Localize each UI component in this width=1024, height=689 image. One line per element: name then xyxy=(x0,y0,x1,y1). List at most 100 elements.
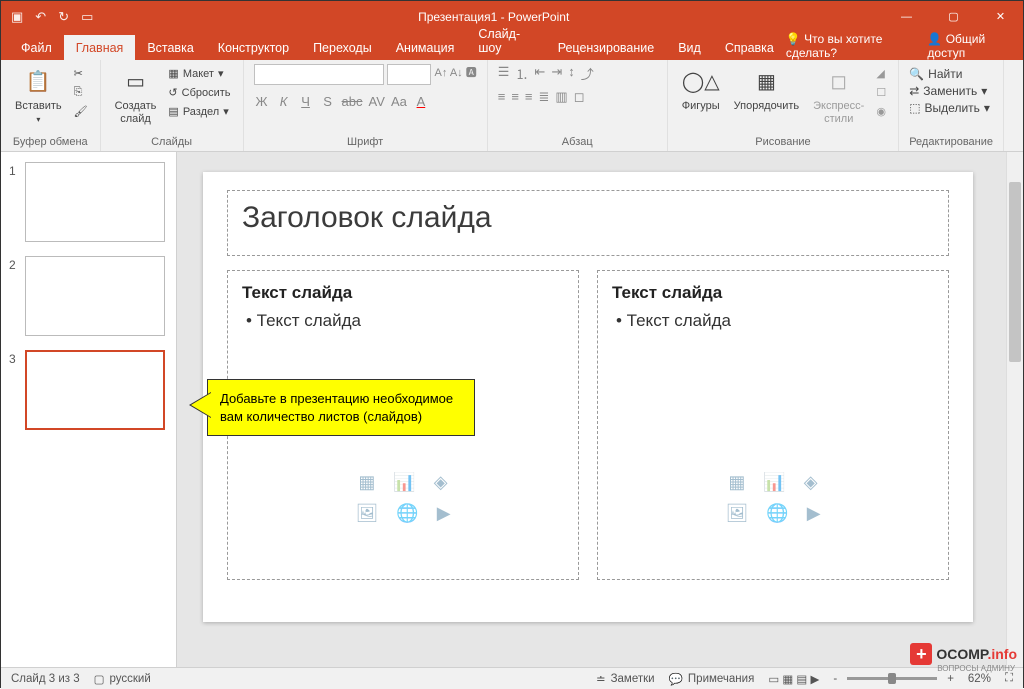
find-button[interactable]: 🔍 Найти xyxy=(909,67,990,81)
comments-button[interactable]: 💬 Примечания xyxy=(669,672,755,686)
smartart-icon: ◈ xyxy=(804,472,818,493)
group-font: A↑ A↓ 🅰 Ж К Ч S abc AV Aa A Шрифт xyxy=(244,60,488,151)
annotation-callout: Добавьте в презентацию необходимое вам к… xyxy=(207,379,475,436)
view-buttons[interactable]: ▭ ▦ ▤ ▶ xyxy=(768,672,819,686)
underline-button[interactable]: Ч xyxy=(298,94,314,109)
table-icon: ▦ xyxy=(358,472,375,493)
tell-me[interactable]: 💡 Что вы хотите сделать? xyxy=(786,32,914,60)
save-icon[interactable]: ▣ xyxy=(11,9,23,25)
language[interactable]: русский xyxy=(110,673,151,685)
quick-styles-button[interactable]: ◻Экспресс- стили xyxy=(809,64,868,128)
redo-icon[interactable]: ↻ xyxy=(58,9,69,25)
align-left-button[interactable]: ≡ xyxy=(498,89,506,105)
tab-transitions[interactable]: Переходы xyxy=(301,35,384,60)
group-paragraph: ☰ ⒈ ⇤ ⇥ ↕ ⤴ ≡ ≡ ≡ ≣ ▥ ◻ Абзац xyxy=(488,60,668,151)
cut-button[interactable]: ✂ xyxy=(72,66,90,81)
replace-button[interactable]: ⇄ Заменить ▾ xyxy=(909,84,990,98)
group-slides: ▭Создать слайд ▦ Макет ▾ ↺ Сбросить ▤ Ра… xyxy=(101,60,244,151)
copy-button[interactable]: ⎘ xyxy=(72,85,90,100)
section-button[interactable]: ▤ Раздел ▾ xyxy=(166,104,232,119)
minimize-button[interactable]: — xyxy=(884,1,929,32)
font-color-button[interactable]: A xyxy=(413,94,429,109)
tab-design[interactable]: Конструктор xyxy=(206,35,301,60)
share-button[interactable]: 👤 Общий доступ xyxy=(927,32,1011,60)
tab-help[interactable]: Справка xyxy=(713,35,786,60)
slide-thumbnail-pane[interactable]: 1 2 3 xyxy=(1,152,177,667)
bold-button[interactable]: Ж xyxy=(254,94,270,109)
group-drawing: ◯△Фигуры ▦Упорядочить ◻Экспресс- стили ◢… xyxy=(668,60,899,151)
thumbnail-1[interactable] xyxy=(25,162,165,242)
paste-button[interactable]: 📋Вставить▾ xyxy=(11,64,66,127)
bullets-button[interactable]: ☰ xyxy=(498,64,510,83)
close-button[interactable]: ✕ xyxy=(978,1,1023,32)
justify-button[interactable]: ≣ xyxy=(539,89,550,105)
shape-outline-button[interactable]: ☐ xyxy=(874,85,888,100)
indent-inc-button[interactable]: ⇥ xyxy=(551,64,562,83)
tab-review[interactable]: Рецензирование xyxy=(546,35,667,60)
fit-button[interactable]: ⛶ xyxy=(1005,672,1013,685)
tab-file[interactable]: Файл xyxy=(9,35,64,60)
tab-animations[interactable]: Анимация xyxy=(384,35,467,60)
vertical-scrollbar[interactable] xyxy=(1006,152,1023,667)
shape-fill-button[interactable]: ◢ xyxy=(874,66,888,81)
font-size-combo[interactable] xyxy=(387,64,431,85)
thumbnail-2[interactable] xyxy=(25,256,165,336)
shape-effects-button[interactable]: ◉ xyxy=(874,104,888,119)
text-direction-button[interactable]: ⤴ xyxy=(581,64,594,83)
spell-icon[interactable]: ▢ xyxy=(94,672,105,686)
ribbon: 📋Вставить▾ ✂ ⎘ 🖌 Буфер обмена ▭Создать с… xyxy=(1,60,1023,152)
chart-icon: 📊 xyxy=(763,472,785,493)
shadow-button[interactable]: S xyxy=(320,94,336,109)
ribbon-tabs: Файл Главная Вставка Конструктор Переход… xyxy=(1,32,1023,60)
slide-counter[interactable]: Слайд 3 из 3 xyxy=(11,673,80,685)
watermark: + OCOMP.info ВОПРОСЫ АДМИНУ xyxy=(910,643,1017,665)
indent-dec-button[interactable]: ⇤ xyxy=(534,64,545,83)
align-right-button[interactable]: ≡ xyxy=(525,89,533,105)
new-slide-button[interactable]: ▭Создать слайд xyxy=(111,64,161,128)
group-clipboard: 📋Вставить▾ ✂ ⎘ 🖌 Буфер обмена xyxy=(1,60,101,151)
online-picture-icon: 🌐 xyxy=(766,503,788,524)
title-placeholder[interactable]: Заголовок слайда xyxy=(227,190,949,256)
zoom-control[interactable]: - + xyxy=(833,673,954,685)
chart-icon: 📊 xyxy=(393,472,415,493)
font-family-combo[interactable] xyxy=(254,64,384,85)
content-placeholder-right[interactable]: Текст слайда • Текст слайда ▦📊◈ 🖼🌐▶ xyxy=(597,270,949,580)
columns-button[interactable]: ▥ xyxy=(555,89,567,105)
shapes-button[interactable]: ◯△Фигуры xyxy=(678,64,724,115)
smartart-icon: ◈ xyxy=(434,472,448,493)
undo-icon[interactable]: ↶ xyxy=(35,9,46,25)
picture-icon: 🖼 xyxy=(725,503,748,524)
numbering-button[interactable]: ⒈ xyxy=(515,64,528,83)
group-editing: 🔍 Найти ⇄ Заменить ▾ ⬚ Выделить ▾ Редакт… xyxy=(899,60,1004,151)
align-center-button[interactable]: ≡ xyxy=(511,89,519,105)
reset-button[interactable]: ↺ Сбросить xyxy=(166,85,232,100)
video-icon: ▶ xyxy=(807,503,821,524)
tab-insert[interactable]: Вставка xyxy=(135,35,205,60)
content-icons[interactable]: ▦📊◈ 🖼🌐▶ xyxy=(355,472,450,524)
video-icon: ▶ xyxy=(437,503,451,524)
thumbnail-3[interactable] xyxy=(25,350,165,430)
tab-home[interactable]: Главная xyxy=(64,35,136,60)
slideshow-icon[interactable]: ▭ xyxy=(81,9,93,25)
italic-button[interactable]: К xyxy=(276,94,292,109)
layout-button[interactable]: ▦ Макет ▾ xyxy=(166,66,232,81)
plus-icon: + xyxy=(910,643,932,665)
content-icons[interactable]: ▦📊◈ 🖼🌐▶ xyxy=(725,472,820,524)
spacing-button[interactable]: AV xyxy=(369,94,385,109)
tab-view[interactable]: Вид xyxy=(666,35,713,60)
line-spacing-button[interactable]: ↕ xyxy=(568,64,575,83)
zoom-level[interactable]: 62% xyxy=(968,673,991,685)
select-button[interactable]: ⬚ Выделить ▾ xyxy=(909,101,990,115)
quick-access-toolbar: ▣ ↶ ↻ ▭ xyxy=(1,9,103,25)
strike-button[interactable]: abc xyxy=(342,94,363,109)
online-picture-icon: 🌐 xyxy=(396,503,418,524)
window-controls: — ▢ ✕ xyxy=(884,1,1023,32)
maximize-button[interactable]: ▢ xyxy=(931,1,976,32)
convert-smartart-button[interactable]: ◻ xyxy=(574,89,585,105)
arrange-button[interactable]: ▦Упорядочить xyxy=(730,64,803,115)
format-painter-button[interactable]: 🖌 xyxy=(72,104,90,119)
case-button[interactable]: Aa xyxy=(391,94,407,109)
notes-button[interactable]: ≐ Заметки xyxy=(596,672,655,686)
tab-slideshow[interactable]: Слайд-шоу xyxy=(466,21,545,60)
workspace: 1 2 3 Заголовок слайда Текст слайда • Те… xyxy=(1,152,1023,667)
